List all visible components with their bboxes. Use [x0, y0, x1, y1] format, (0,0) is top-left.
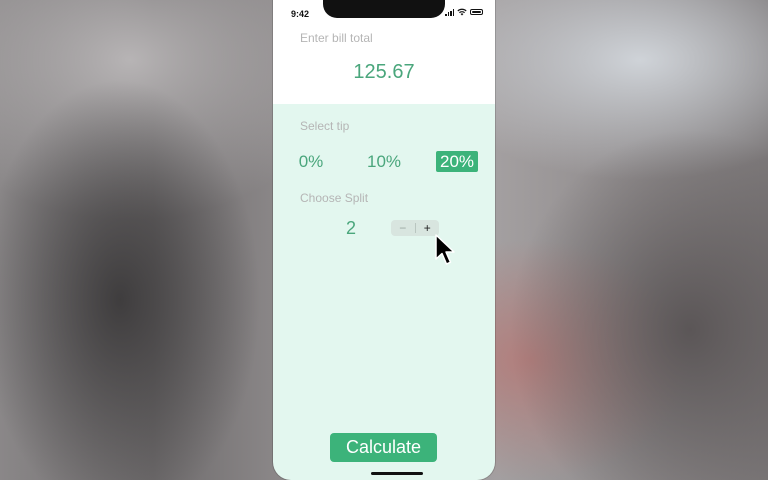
battery-icon — [470, 9, 483, 15]
status-icons — [445, 8, 483, 16]
tip-label: Select tip — [300, 119, 350, 133]
signal-icon — [445, 8, 454, 16]
split-label: Choose Split — [300, 191, 369, 205]
tip-option-20[interactable]: 20% — [436, 151, 478, 172]
home-indicator — [371, 472, 423, 475]
calculate-button[interactable]: Calculate — [330, 433, 437, 462]
split-stepper: − + — [391, 220, 439, 236]
device-notch — [323, 0, 445, 18]
mouse-pointer-icon — [435, 234, 455, 265]
tip-option-10[interactable]: 10% — [364, 151, 404, 172]
wifi-icon — [457, 8, 467, 16]
stepper-minus-button[interactable]: − — [391, 220, 415, 236]
bill-section: 9:42 Enter bill total 125.67 — [273, 0, 495, 104]
phone-screen: 9:42 Enter bill total 125.67 Select tip … — [273, 0, 495, 480]
status-time: 9:42 — [291, 9, 310, 19]
bill-label: Enter bill total — [300, 31, 373, 45]
split-value: 2 — [345, 218, 356, 238]
bill-total-field[interactable]: 125.67 — [273, 61, 495, 84]
tip-option-0[interactable]: 0% — [295, 151, 327, 172]
